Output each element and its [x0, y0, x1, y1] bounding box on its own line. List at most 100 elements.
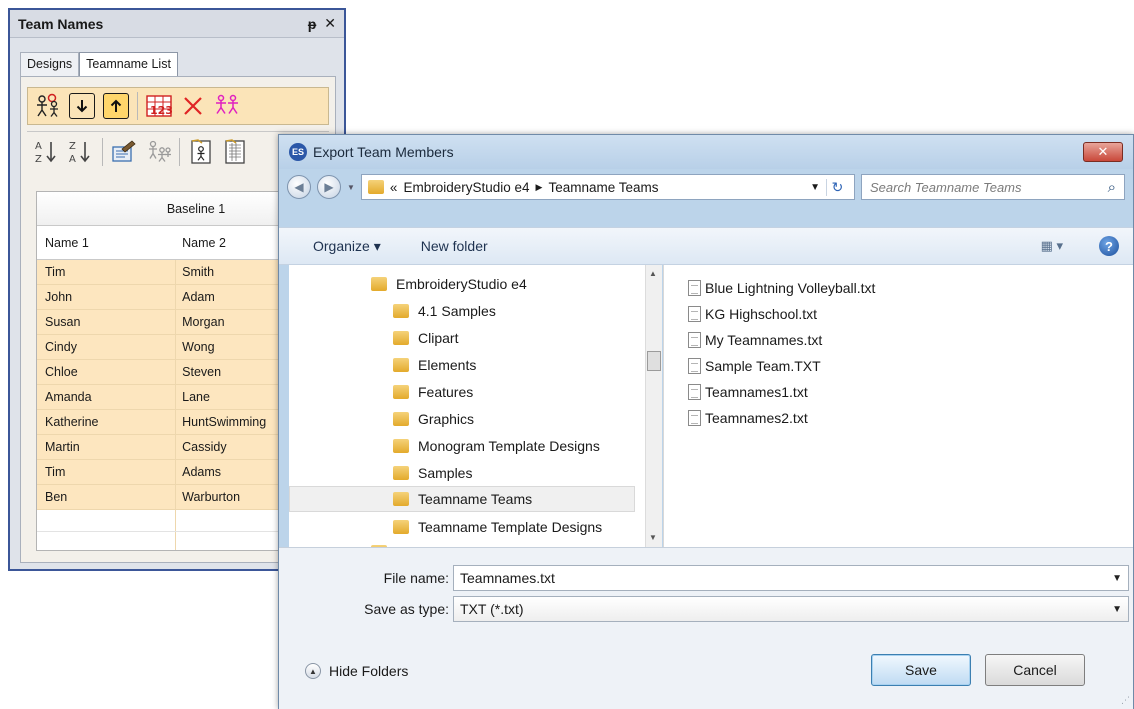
organize-menu[interactable]: Organize ▾: [313, 238, 381, 255]
scroll-up-icon[interactable]: ▲: [649, 269, 657, 278]
save-button[interactable]: Save: [871, 654, 971, 686]
svg-text:Z: Z: [35, 154, 42, 165]
sort-descending-icon[interactable]: ZA: [65, 136, 97, 168]
folder-icon: [393, 331, 409, 345]
move-down-icon[interactable]: [69, 93, 95, 119]
cell-name1[interactable]: Tim: [37, 460, 177, 484]
hide-folders-toggle[interactable]: ▲ Hide Folders: [305, 663, 408, 679]
team-members-disabled-icon[interactable]: [142, 136, 174, 168]
chevron-down-icon[interactable]: ▼: [1112, 604, 1122, 615]
cell-name1[interactable]: Tim: [37, 260, 177, 284]
text-file-icon: [688, 384, 701, 400]
text-file-icon: [688, 306, 701, 322]
tree-item-partial[interactable]: [371, 539, 387, 547]
refresh-icon[interactable]: ↻: [826, 178, 848, 196]
help-icon[interactable]: ?: [1099, 236, 1119, 256]
change-view-icon[interactable]: ▦ ▾: [1041, 238, 1063, 254]
toolbar-separator: [102, 137, 103, 166]
tab-designs[interactable]: Designs: [20, 52, 80, 76]
text-file-icon: [688, 410, 701, 426]
folder-icon: [393, 466, 409, 480]
list-item[interactable]: Teamnames2.txt: [688, 405, 808, 431]
docker-tabs: Designs Teamname List: [20, 52, 178, 76]
tree-item-root[interactable]: EmbroideryStudio e4: [371, 271, 527, 297]
back-button[interactable]: ◀: [287, 175, 311, 199]
text-file-icon: [688, 332, 701, 348]
save-type-select[interactable]: TXT (*.txt) ▼: [453, 596, 1129, 622]
file-name-value[interactable]: Teamnames.txt: [460, 570, 1112, 586]
tree-item[interactable]: 4.1 Samples: [393, 298, 496, 324]
tab-teamname-list[interactable]: Teamname List: [79, 52, 178, 76]
file-name-label: File name:: [383, 570, 449, 586]
tree-item[interactable]: Features: [393, 379, 473, 405]
svg-text:Z: Z: [69, 141, 76, 152]
cell-name1[interactable]: Martin: [37, 435, 177, 459]
cell-name1[interactable]: Katherine: [37, 410, 177, 434]
cell-name1[interactable]: John: [37, 285, 177, 309]
breadcrumb[interactable]: « EmbroideryStudio e4 ▶ Teamname Teams ▼…: [360, 174, 855, 200]
list-item[interactable]: Teamnames1.txt: [688, 379, 808, 405]
chevron-up-icon[interactable]: ▲: [305, 663, 321, 679]
move-up-icon[interactable]: [103, 93, 129, 119]
save-type-label: Save as type:: [364, 601, 449, 617]
tree-scrollbar[interactable]: ▲ ▼: [645, 265, 662, 547]
folder-icon: [393, 492, 409, 506]
text-file-icon: [688, 280, 701, 296]
cell-name1[interactable]: Cindy: [37, 335, 177, 359]
pin-icon[interactable]: ᵽ: [308, 16, 317, 32]
breadcrumb-separator-icon[interactable]: ▶: [536, 182, 543, 193]
new-folder-button[interactable]: New folder: [421, 238, 488, 254]
close-button[interactable]: ✕: [1083, 142, 1123, 162]
folder-icon: [393, 358, 409, 372]
tree-item[interactable]: Elements: [393, 352, 476, 378]
tree-item-selected[interactable]: Teamname Teams: [289, 486, 635, 512]
forward-button[interactable]: ▶: [317, 175, 341, 199]
search-input[interactable]: Search Teamname Teams ⌕: [861, 174, 1125, 200]
cancel-button[interactable]: Cancel: [985, 654, 1085, 686]
sort-ascending-icon[interactable]: AZ: [31, 136, 63, 168]
numbering-grid-icon[interactable]: 123: [143, 90, 175, 122]
breadcrumb-item[interactable]: Teamname Teams: [548, 180, 658, 195]
import-list-icon[interactable]: [185, 136, 217, 168]
docker-title: Team Names: [18, 15, 104, 32]
tree-item[interactable]: Samples: [393, 460, 472, 486]
cell-name1[interactable]: Amanda: [37, 385, 177, 409]
breadcrumb-item[interactable]: EmbroideryStudio e4: [403, 180, 529, 195]
cell-name1[interactable]: Chloe: [37, 360, 177, 384]
tree-item[interactable]: Monogram Template Designs: [393, 433, 600, 459]
scroll-down-icon[interactable]: ▼: [649, 533, 657, 542]
dialog-footer: File name: Teamnames.txt ▼ Save as type:…: [279, 547, 1133, 709]
dialog-title: Export Team Members: [313, 144, 454, 160]
list-item[interactable]: Sample Team.TXT: [688, 353, 821, 379]
cell-name1[interactable]: Susan: [37, 310, 177, 334]
dialog-title-bar: ES Export Team Members ✕: [279, 135, 1133, 169]
edit-list-icon[interactable]: [108, 136, 140, 168]
export-list-icon[interactable]: [219, 136, 251, 168]
add-team-member-icon[interactable]: [32, 90, 64, 122]
list-item[interactable]: KG Highschool.txt: [688, 301, 817, 327]
resize-grip-icon[interactable]: ⋰: [1121, 695, 1130, 706]
file-name-field[interactable]: Teamnames.txt ▼: [453, 565, 1129, 591]
team-group-icon[interactable]: [211, 90, 243, 122]
chevron-down-icon[interactable]: ▼: [1112, 573, 1122, 584]
svg-text:A: A: [69, 154, 76, 165]
teamname-toolbar-primary: 123: [27, 87, 329, 125]
recent-locations-icon[interactable]: ▼: [347, 183, 355, 192]
folder-icon: [393, 385, 409, 399]
cell-name1[interactable]: Ben: [37, 485, 177, 509]
delete-x-icon[interactable]: [177, 90, 209, 122]
search-icon[interactable]: ⌕: [1108, 179, 1116, 196]
address-dropdown-icon[interactable]: ▼: [810, 182, 820, 193]
list-item[interactable]: My Teamnames.txt: [688, 327, 822, 353]
scrollbar-thumb[interactable]: [647, 351, 661, 371]
close-icon[interactable]: ✕: [324, 15, 336, 32]
folder-icon: [393, 520, 409, 534]
folder-tree: EmbroideryStudio e4 4.1 Samples Clipart …: [289, 265, 662, 547]
command-bar: Organize ▾ New folder ▦ ▾ ?: [279, 227, 1133, 265]
tree-item[interactable]: Teamname Template Designs: [393, 514, 602, 540]
tree-item[interactable]: Graphics: [393, 406, 474, 432]
tree-item[interactable]: Clipart: [393, 325, 458, 351]
column-header-name1[interactable]: Name 1: [37, 236, 176, 250]
list-item[interactable]: Blue Lightning Volleyball.txt: [688, 275, 875, 301]
breadcrumb-overflow[interactable]: «: [390, 180, 398, 195]
